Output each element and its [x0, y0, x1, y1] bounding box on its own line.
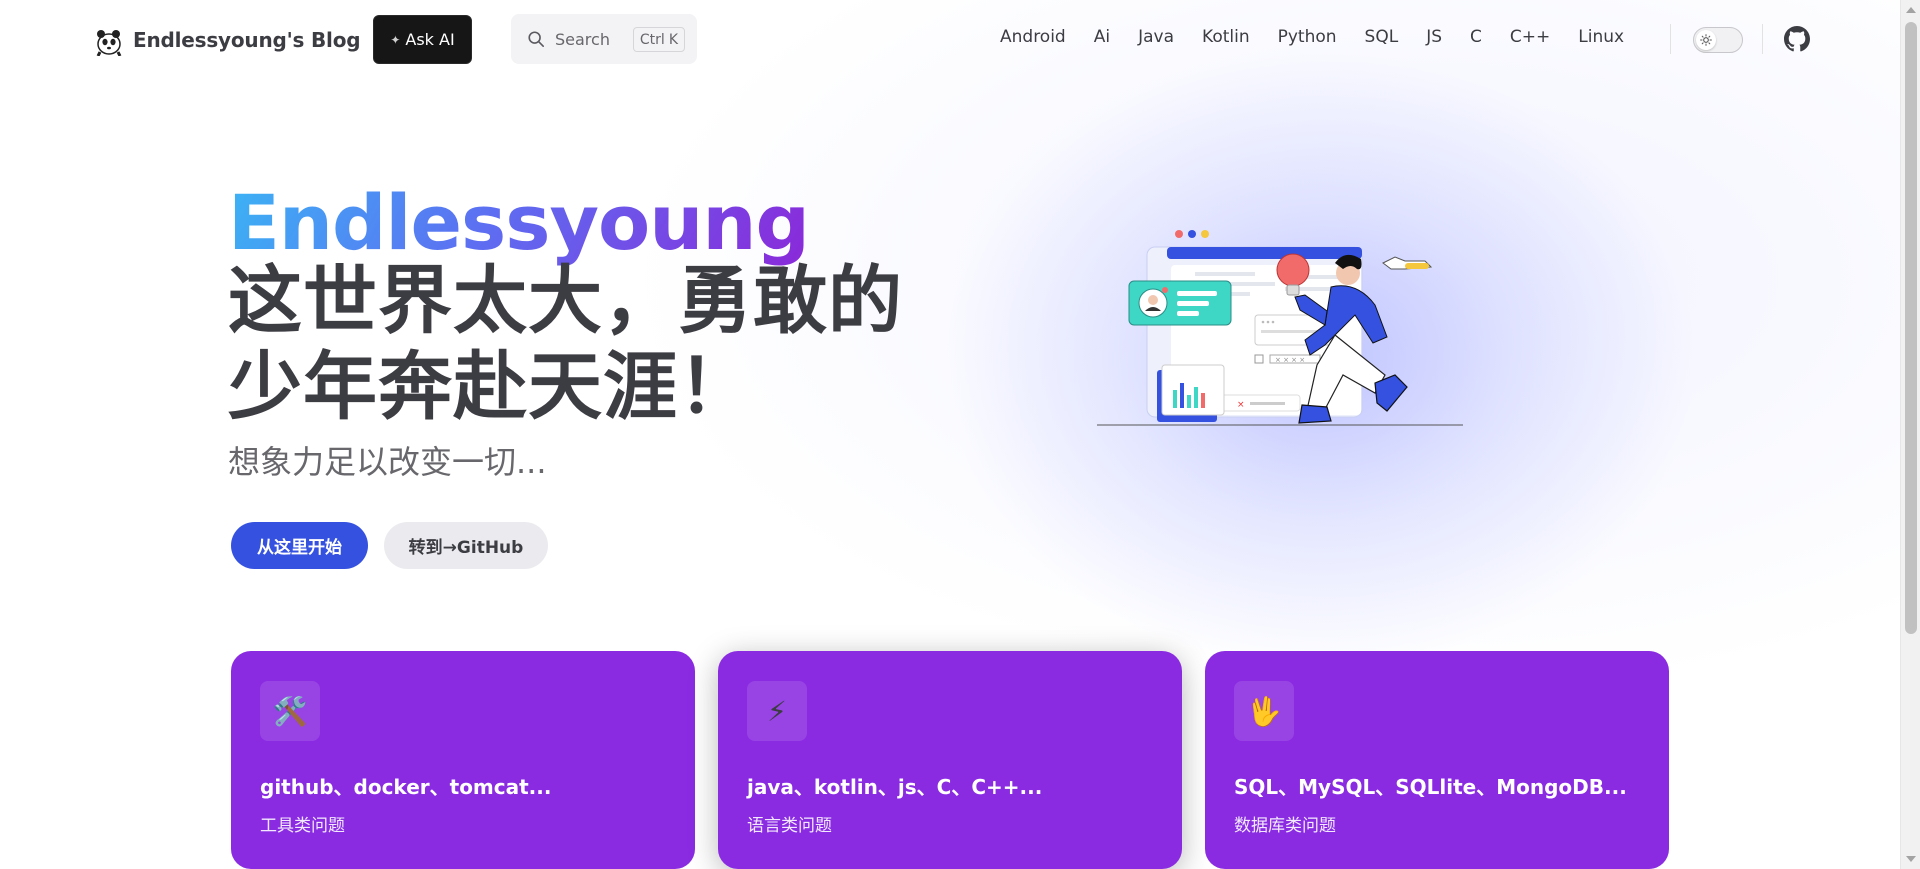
github-icon[interactable]: [1784, 26, 1810, 52]
nav-item-c[interactable]: C: [1470, 27, 1482, 47]
nav-divider: [1762, 24, 1763, 54]
nav-item-python[interactable]: Python: [1278, 27, 1337, 47]
feature-details: 数据库类问题: [1234, 816, 1336, 836]
nav-item-ai[interactable]: Ai: [1094, 27, 1110, 47]
hero-text: 这世界太大，勇敢的少年奔赴天涯！: [228, 258, 903, 430]
nav-item-java[interactable]: Java: [1138, 27, 1174, 47]
site-title[interactable]: Endlessyoung's Blog: [133, 28, 361, 52]
svg-text:× × × ×: × × × ×: [1275, 356, 1305, 364]
github-link-button[interactable]: 转到→GitHub: [384, 522, 548, 569]
nav-item-sql[interactable]: SQL: [1365, 27, 1399, 47]
nav-divider: [1670, 24, 1671, 54]
scrollbar-thumb[interactable]: [1905, 22, 1917, 634]
nav-item-kotlin[interactable]: Kotlin: [1202, 27, 1250, 47]
search-label: Search: [555, 29, 610, 49]
tools-icon: 🛠️: [260, 681, 320, 741]
search-shortcut: Ctrl K: [632, 27, 685, 52]
feature-title: SQL、MySQL、SQLlite、MongoDB...: [1234, 775, 1627, 799]
scroll-up-arrow-icon[interactable]: [1906, 7, 1916, 13]
ask-ai-label: Ask AI: [405, 30, 455, 49]
search-icon: [528, 31, 545, 48]
svg-text:×: ×: [1237, 400, 1245, 410]
nav-item-cpp[interactable]: C++: [1510, 27, 1550, 47]
nav-menu: Android Ai Java Kotlin Python SQL JS C C…: [1000, 27, 1652, 47]
theme-toggle[interactable]: [1693, 27, 1743, 53]
hero-tagline: 想象力足以改变一切...: [228, 443, 547, 481]
nav-item-android[interactable]: Android: [1000, 27, 1066, 47]
shortcut-modifier: Ctrl: [639, 31, 665, 48]
get-started-button[interactable]: 从这里开始: [231, 522, 368, 569]
shortcut-key: K: [668, 31, 678, 48]
feature-card[interactable]: 🖖 SQL、MySQL、SQLlite、MongoDB... 数据库类问题: [1205, 651, 1669, 869]
sparkle-icon: ✦: [390, 32, 401, 47]
feature-title: github、docker、tomcat...: [260, 775, 552, 799]
feature-details: 工具类问题: [260, 816, 345, 836]
lightning-icon: ⚡: [747, 681, 807, 741]
panda-logo-icon[interactable]: [92, 26, 124, 56]
hero-illustration: × × × × ×: [1097, 230, 1463, 426]
sun-icon: [1696, 30, 1716, 50]
feature-card[interactable]: 🛠️ github、docker、tomcat... 工具类问题: [231, 651, 695, 869]
ask-ai-button[interactable]: ✦ Ask AI: [373, 15, 472, 64]
hero-name: Endlessyoung: [228, 178, 810, 267]
vertical-scrollbar[interactable]: [1900, 0, 1920, 869]
nav-item-js[interactable]: JS: [1426, 27, 1442, 47]
feature-title: java、kotlin、js、C、C++...: [747, 775, 1043, 799]
scroll-down-arrow-icon[interactable]: [1906, 856, 1916, 862]
nav-item-linux[interactable]: Linux: [1578, 27, 1624, 47]
top-nav: Endlessyoung's Blog ✦ Ask AI Search Ctrl…: [0, 0, 1900, 78]
vulcan-salute-icon: 🖖: [1234, 681, 1294, 741]
feature-card[interactable]: ⚡ java、kotlin、js、C、C++... 语言类问题: [718, 651, 1182, 869]
search-button[interactable]: Search Ctrl K: [511, 14, 697, 64]
feature-details: 语言类问题: [747, 816, 832, 836]
